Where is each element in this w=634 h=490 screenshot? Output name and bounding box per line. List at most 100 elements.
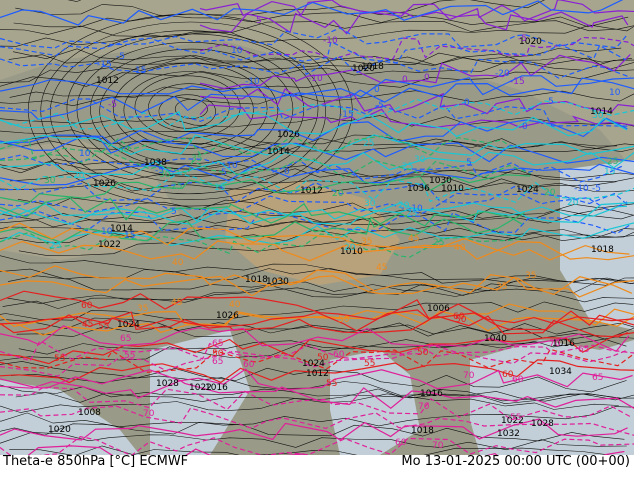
- contour-label: 1030: [266, 277, 289, 287]
- contour-label: 20: [73, 171, 85, 181]
- contour-label: 60: [81, 301, 93, 311]
- contour-label: 1018: [591, 245, 614, 255]
- contour-label: 20: [332, 189, 344, 199]
- contour-label: 30: [592, 111, 604, 121]
- contour-label: -5: [375, 101, 384, 111]
- contour-label: 1014: [267, 147, 290, 157]
- weather-map: 1014 1018 1012 1022 1026 1030 1024 1028 1032 1034…: [0, 0, 634, 455]
- contour-label: 1032: [497, 429, 520, 439]
- contour-label: 5: [171, 207, 177, 217]
- contour-label: 25: [433, 238, 444, 248]
- contour-label: 1026: [216, 311, 239, 321]
- contour-label: -5: [592, 184, 601, 194]
- contour-label: 55: [98, 322, 109, 332]
- contour-label: 15: [604, 167, 615, 177]
- contour-label: 1008: [78, 408, 101, 418]
- contour-label: 70: [418, 402, 430, 412]
- contour-label: 60: [453, 312, 465, 322]
- contour-label: 5: [466, 158, 472, 168]
- contour-label: 70: [143, 409, 155, 419]
- contour-label: 15: [214, 183, 225, 193]
- contour-label: 25: [406, 209, 417, 219]
- contour-label: 15: [135, 66, 146, 76]
- contour-label: 70: [432, 441, 444, 451]
- contour-label: 35: [496, 282, 507, 292]
- contour-label: -15: [97, 60, 112, 70]
- contour-label: -10: [245, 77, 260, 87]
- contour-label: -5: [108, 100, 117, 110]
- contour-label: -10: [308, 74, 323, 84]
- contour-label: 30: [44, 176, 56, 186]
- contour-label: 35: [525, 271, 536, 281]
- contour-label: 0: [284, 167, 290, 177]
- contour-label: 50: [417, 348, 429, 358]
- contour-label: 0: [464, 98, 470, 108]
- contour-label: 65: [592, 373, 603, 383]
- contour-label: 65: [120, 334, 131, 344]
- contour-label: 40: [454, 243, 466, 253]
- contour-label: 35: [137, 304, 148, 314]
- contour-label: 10: [231, 46, 243, 56]
- contour-label: 1006: [427, 304, 450, 314]
- contour-label: 0: [402, 75, 408, 85]
- contour-label: 30: [414, 155, 426, 165]
- contour-label: 10: [79, 149, 91, 159]
- contour-label: 30: [159, 170, 171, 180]
- contour-label: 45: [376, 263, 387, 273]
- contour-label: 60: [333, 350, 345, 360]
- contour-label: 30: [118, 145, 130, 155]
- contour-label: 0: [424, 73, 430, 83]
- contour-label: 1034: [549, 367, 572, 377]
- contour-label: 1036: [407, 184, 430, 194]
- contour-label: 25: [607, 157, 618, 167]
- theta-e-contour-map: 1014101810121022102610301024102810321034…: [0, 0, 634, 455]
- contour-label: 55: [364, 359, 375, 369]
- contour-label: 25: [363, 139, 374, 149]
- contour-label: 35: [191, 154, 202, 164]
- contour-label: 5: [256, 16, 262, 26]
- contour-label: 20: [567, 198, 579, 208]
- contour-label: -15: [510, 77, 525, 87]
- contour-label: 40: [172, 258, 184, 268]
- contour-label: 25: [171, 182, 182, 192]
- map-product-title: Theta-e 850hPa [°C] ECMWF: [3, 454, 189, 469]
- contour-label: 1012: [306, 369, 329, 379]
- contour-label: 1018: [245, 275, 268, 285]
- contour-label: 55: [124, 351, 135, 361]
- contour-label: 65: [212, 339, 223, 349]
- contour-label: -5: [518, 34, 527, 44]
- contour-label: 1028: [531, 419, 554, 429]
- contour-label: 1026: [93, 179, 116, 189]
- contour-label: 30: [364, 199, 376, 209]
- contour-label: 1010: [441, 184, 464, 194]
- contour-label: 1012: [96, 76, 119, 86]
- contour-label: 1020: [352, 64, 375, 74]
- contour-label: 1022: [98, 240, 121, 250]
- contour-label: 1024: [117, 320, 140, 330]
- contour-label: 1040: [484, 334, 507, 344]
- contour-label: 1016: [420, 389, 443, 399]
- map-footer: Theta-e 850hPa [°C] ECMWF Mo 13-01-2025 …: [0, 455, 634, 490]
- contour-label: 25: [402, 162, 413, 172]
- contour-label: 1020: [48, 425, 71, 435]
- contour-label: -5: [116, 52, 125, 62]
- contour-label: -15: [339, 110, 354, 120]
- contour-label: 15: [124, 231, 135, 241]
- contour-label: 60: [512, 375, 524, 385]
- contour-label: 50: [338, 315, 350, 325]
- contour-label: 10: [101, 227, 113, 237]
- contour-label: 45: [82, 320, 93, 330]
- contour-label: 20: [344, 243, 356, 253]
- contour-label: -10: [574, 184, 589, 194]
- contour-label: 1018: [411, 426, 434, 436]
- contour-label: 0: [522, 122, 528, 132]
- contour-label: 1016: [205, 383, 228, 393]
- contour-label: 25: [50, 241, 61, 251]
- contour-label: 0: [374, 85, 380, 95]
- contour-label: 45: [408, 234, 419, 244]
- contour-label: 35: [361, 237, 372, 247]
- contour-label: 65: [212, 357, 223, 367]
- contour-label: 60: [243, 360, 255, 370]
- contour-label: 55: [326, 379, 337, 389]
- contour-label: -10: [323, 36, 338, 46]
